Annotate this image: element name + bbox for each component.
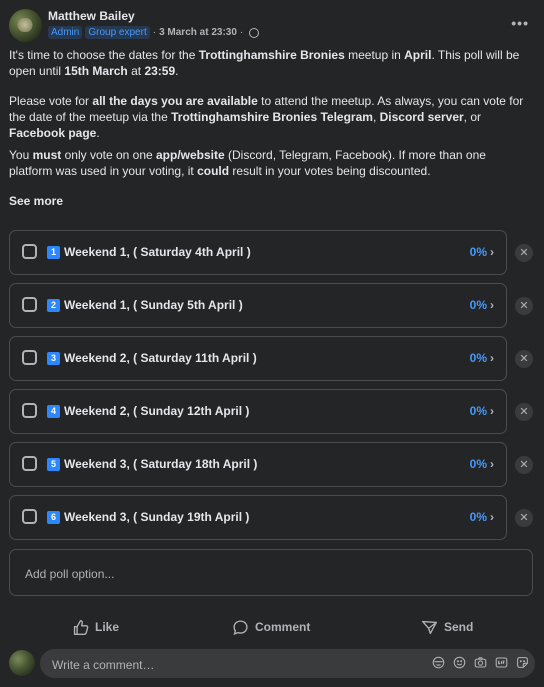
keycap-two-icon: 2 [47, 299, 60, 312]
remove-option-button[interactable]: ✕ [515, 509, 533, 527]
author-name[interactable]: Matthew Bailey [48, 9, 135, 23]
poll-option[interactable]: 1 Weekend 1, ( Saturday 4th April ) 0% › [9, 230, 507, 275]
post-header: Matthew Bailey Admin Group expert · 3 Ma… [9, 9, 535, 45]
post-body: It's time to choose the dates for the Tr… [9, 47, 530, 179]
poll-option-label: Weekend 3, ( Sunday 19th April ) [64, 510, 250, 524]
poll-checkbox[interactable] [22, 297, 37, 312]
comment-input[interactable] [50, 649, 414, 680]
comment-button[interactable]: Comment [232, 612, 310, 642]
post-paragraph-3: You must only vote on one app/website (D… [9, 148, 486, 178]
poll-checkbox[interactable] [22, 350, 37, 365]
user-avatar[interactable] [9, 650, 35, 676]
camera-icon[interactable] [474, 656, 487, 669]
see-more-link[interactable]: See more [9, 194, 63, 208]
post-meta: Admin Group expert · 3 March at 23:30 · [48, 26, 260, 39]
chevron-right-icon: › [490, 404, 494, 418]
emoji-icon[interactable] [453, 656, 466, 669]
chevron-right-icon: › [490, 298, 494, 312]
poll-option-percent[interactable]: 0% › [470, 404, 494, 418]
remove-option-button[interactable]: ✕ [515, 297, 533, 315]
sticker-icon[interactable] [516, 656, 529, 669]
author-avatar[interactable] [9, 9, 42, 42]
poll-option-label: Weekend 3, ( Saturday 18th April ) [64, 457, 258, 471]
keycap-three-icon: 3 [47, 352, 60, 365]
post-paragraph-1: It's time to choose the dates for the Tr… [9, 48, 520, 78]
keycap-six-icon: 6 [47, 511, 60, 524]
send-icon [422, 620, 437, 634]
poll-option-percent[interactable]: 0% › [470, 351, 494, 365]
poll-option-percent[interactable]: 0% › [470, 510, 494, 524]
poll-option[interactable]: 5 Weekend 3, ( Saturday 18th April ) 0% › [9, 442, 507, 487]
poll-option[interactable]: 6 Weekend 3, ( Sunday 19th April ) 0% › [9, 495, 507, 540]
group-expert-badge: Group expert [85, 26, 150, 39]
poll-option-percent[interactable]: 0% › [470, 298, 494, 312]
remove-option-button[interactable]: ✕ [515, 403, 533, 421]
poll-option-label: Weekend 2, ( Saturday 11th April ) [64, 351, 257, 365]
chevron-right-icon: › [490, 510, 494, 524]
poll-option-label: Weekend 1, ( Saturday 4th April ) [64, 245, 251, 259]
poll-option-label: Weekend 2, ( Sunday 12th April ) [64, 404, 250, 418]
thumbs-up-icon [73, 619, 89, 635]
remove-option-button[interactable]: ✕ [515, 456, 533, 474]
poll-option-percent[interactable]: 0% › [470, 245, 494, 259]
post-paragraph-2: Please vote for all the days you are ava… [9, 94, 524, 140]
poll-checkbox[interactable] [22, 509, 37, 524]
admin-badge: Admin [48, 26, 83, 39]
add-poll-option[interactable] [9, 549, 533, 597]
speech-bubble-icon [233, 619, 248, 635]
remove-option-button[interactable]: ✕ [515, 244, 533, 262]
chevron-right-icon: › [490, 457, 494, 471]
gif-icon[interactable] [495, 656, 508, 669]
poll-option[interactable]: 3 Weekend 2, ( Saturday 11th April ) 0% › [9, 336, 507, 381]
more-options-button[interactable]: ••• [511, 15, 529, 31]
like-button[interactable]: Like [72, 612, 119, 642]
comment-box[interactable] [40, 649, 535, 680]
like-label: Like [95, 620, 120, 634]
chevron-right-icon: › [490, 245, 494, 259]
send-label: Send [444, 620, 474, 634]
comment-label: Comment [255, 620, 311, 634]
poll-checkbox[interactable] [22, 244, 37, 259]
chevron-right-icon: › [490, 351, 494, 365]
comment-tools [432, 656, 529, 669]
timestamp-dot: · [239, 27, 244, 38]
keycap-four-icon: 4 [47, 405, 60, 418]
comment-composer [9, 648, 535, 680]
send-button[interactable]: Send [421, 612, 473, 642]
audience-icon [249, 27, 260, 38]
poll-option[interactable]: 2 Weekend 1, ( Sunday 5th April ) 0% › [9, 283, 507, 328]
poll-checkbox[interactable] [22, 403, 37, 418]
avatar-sticker-icon[interactable] [432, 656, 445, 669]
poll-option[interactable]: 4 Weekend 2, ( Sunday 12th April ) 0% › [9, 389, 507, 434]
poll-option-percent[interactable]: 0% › [470, 457, 494, 471]
keycap-one-icon: 1 [47, 246, 60, 259]
meta-dot: · [152, 27, 157, 38]
remove-option-button[interactable]: ✕ [515, 350, 533, 368]
post-timestamp[interactable]: 3 March at 23:30 [159, 27, 237, 38]
post-actions: Like Comment Send [0, 612, 544, 642]
keycap-five-icon: 5 [47, 458, 60, 471]
poll-checkbox[interactable] [22, 456, 37, 471]
poll-option-label: Weekend 1, ( Sunday 5th April ) [64, 298, 243, 312]
add-poll-option-input[interactable] [23, 550, 523, 597]
